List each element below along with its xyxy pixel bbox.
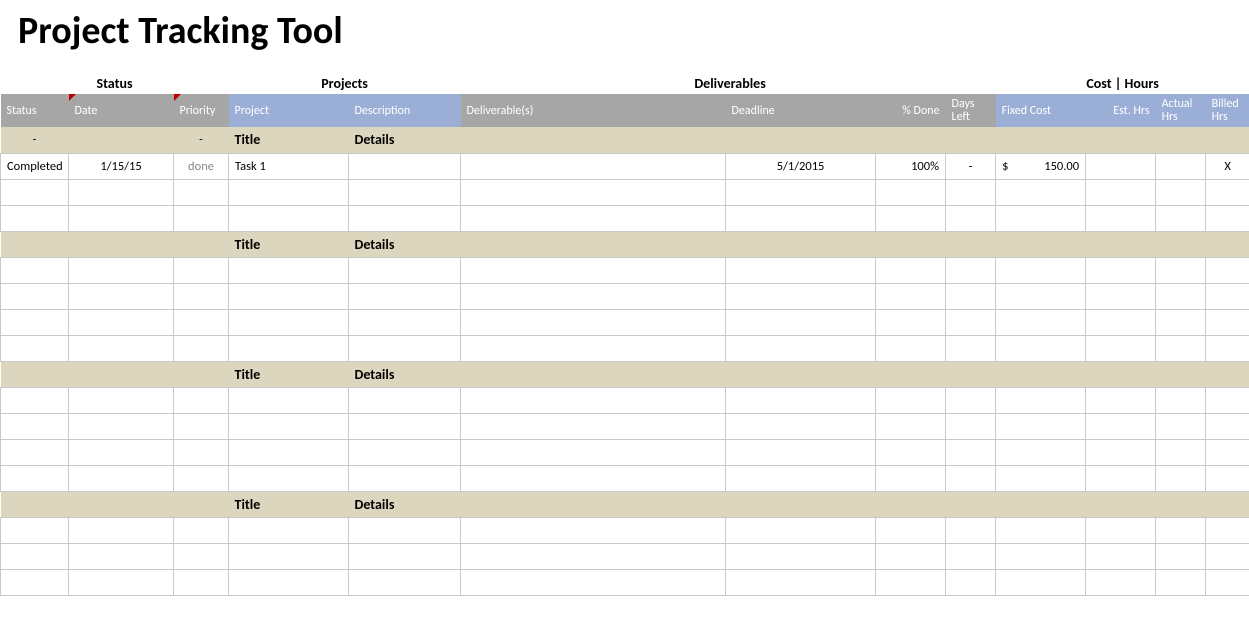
group-details[interactable]: Details	[349, 361, 1249, 387]
cell-project[interactable]: Task 1	[229, 153, 349, 179]
col-date[interactable]: Date	[69, 94, 174, 127]
table-row	[1, 257, 1249, 283]
group-header-row: Title Details	[1, 361, 1249, 387]
section-label-projects: Projects	[229, 72, 461, 94]
cell-actual-hrs[interactable]	[1156, 153, 1206, 179]
group-header-row: Title Details	[1, 231, 1249, 257]
table-row	[1, 309, 1249, 335]
tracking-table: Status Projects Deliverables Cost | Hour…	[0, 72, 1249, 596]
col-description[interactable]: Description	[349, 94, 461, 127]
group-title[interactable]: Title	[229, 491, 349, 517]
cell-est-hrs[interactable]	[1086, 153, 1156, 179]
col-actual-hrs[interactable]: Actual Hrs	[1156, 94, 1206, 127]
section-label-deliverables: Deliverables	[461, 72, 996, 94]
table-row	[1, 517, 1249, 543]
table-row	[1, 569, 1249, 595]
cell-description[interactable]	[349, 153, 461, 179]
table-row	[1, 335, 1249, 361]
col-fixed-cost[interactable]: Fixed Cost	[996, 94, 1086, 127]
table-row	[1, 205, 1249, 231]
group-title[interactable]: Title	[229, 231, 349, 257]
table-row	[1, 387, 1249, 413]
table-row	[1, 413, 1249, 439]
col-days-left[interactable]: Days Left	[946, 94, 996, 127]
col-project[interactable]: Project	[229, 94, 349, 127]
col-pct-done[interactable]: % Done	[876, 94, 946, 127]
group-priority-dash[interactable]: -	[174, 127, 229, 153]
section-label-cost-hours: Cost | Hours	[996, 72, 1249, 94]
column-header-row: Status Date Priority Project Description…	[1, 94, 1249, 127]
table-row	[1, 465, 1249, 491]
page-title: Project Tracking Tool	[0, 0, 1249, 72]
comment-indicator-icon	[69, 94, 76, 101]
col-est-hrs[interactable]: Est. Hrs	[1086, 94, 1156, 127]
group-title[interactable]: Title	[229, 361, 349, 387]
cell-fixed-cost[interactable]: $ 150.00	[996, 153, 1086, 179]
group-details[interactable]: Details	[349, 231, 1249, 257]
group-date[interactable]	[69, 127, 174, 153]
currency-value: 150.00	[1044, 159, 1079, 174]
table-row: Completed 1/15/15 done Task 1 5/1/2015 1…	[1, 153, 1249, 179]
cell-priority[interactable]: done	[174, 153, 229, 179]
table-row	[1, 283, 1249, 309]
group-header-row: Title Details	[1, 491, 1249, 517]
cell-deadline[interactable]: 5/1/2015	[726, 153, 876, 179]
group-details[interactable]: Details	[349, 127, 1249, 153]
col-billed-hrs[interactable]: Billed Hrs	[1206, 94, 1249, 127]
table-row	[1, 543, 1249, 569]
comment-indicator-icon	[174, 94, 181, 101]
group-status-dash[interactable]: -	[1, 127, 69, 153]
cell-status[interactable]: Completed	[1, 153, 69, 179]
col-deadline[interactable]: Deadline	[726, 94, 876, 127]
group-header-row: - - Title Details	[1, 127, 1249, 153]
currency-symbol: $	[1002, 159, 1008, 174]
col-deliverables[interactable]: Deliverable(s)	[461, 94, 726, 127]
table-row	[1, 179, 1249, 205]
cell-pct-done[interactable]: 100%	[876, 153, 946, 179]
cell-deliverables[interactable]	[461, 153, 726, 179]
cell-date[interactable]: 1/15/15	[69, 153, 174, 179]
group-details[interactable]: Details	[349, 491, 1249, 517]
col-status[interactable]: Status	[1, 94, 69, 127]
col-priority[interactable]: Priority	[174, 94, 229, 127]
section-label-row: Status Projects Deliverables Cost | Hour…	[1, 72, 1249, 94]
table-row	[1, 439, 1249, 465]
cell-days-left[interactable]: -	[946, 153, 996, 179]
group-title[interactable]: Title	[229, 127, 349, 153]
cell-billed-hrs[interactable]: X	[1206, 153, 1249, 179]
section-label-status: Status	[1, 72, 229, 94]
